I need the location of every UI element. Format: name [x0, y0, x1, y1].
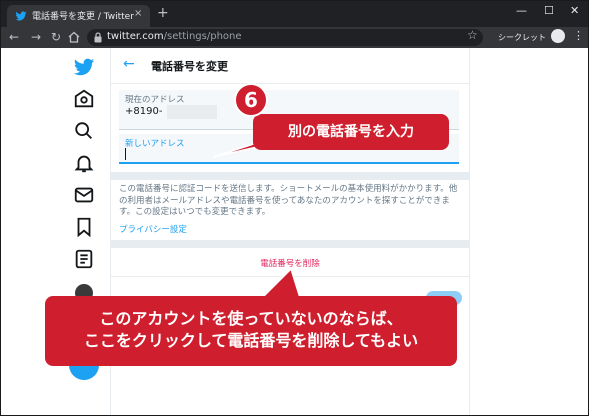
address-bar[interactable]: twitter.com/settings/phone	[87, 29, 483, 46]
new-phone-label: 新しいアドレス	[125, 139, 185, 149]
bookmarks-icon[interactable]	[73, 216, 95, 238]
url-path: /settings/phone	[163, 31, 242, 42]
bottom-callout: このアカウントを使っていないのならば、 ここをクリックして電話番号を削除してもよ…	[45, 296, 457, 366]
text-caret	[125, 148, 126, 160]
back-nav-icon[interactable]: ←	[9, 29, 19, 45]
messages-mail-icon[interactable]	[73, 184, 95, 206]
current-phone-value: +8190-	[125, 106, 163, 117]
lists-icon[interactable]	[73, 248, 95, 270]
divider-band	[111, 240, 469, 248]
divider	[111, 276, 469, 277]
privacy-settings-link[interactable]: プライバシー設定	[119, 223, 187, 235]
minimize-button[interactable]: —	[516, 4, 527, 17]
tab-title: 電話番号を変更 / Twitter	[32, 12, 134, 22]
screenshot-frame: 電話番号を変更 / Twitter × + — ☐ ✕ ← → ↻ twitte…	[0, 0, 589, 416]
url-text: twitter.com/settings/phone	[107, 31, 242, 42]
page-title: 電話番号を変更	[151, 60, 228, 73]
browser-tab-bar: 電話番号を変更 / Twitter × + — ☐ ✕	[1, 1, 588, 27]
new-tab-button[interactable]: +	[157, 5, 169, 21]
step-badge: 6	[234, 83, 268, 117]
twitter-favicon-icon	[15, 11, 27, 21]
notifications-bell-icon[interactable]	[73, 152, 95, 174]
tab-close-icon[interactable]: ×	[134, 8, 142, 19]
close-window-button[interactable]: ✕	[570, 4, 579, 17]
url-host: twitter.com	[107, 31, 164, 42]
bottom-callout-line1: このアカウントを使っていないのならば、	[99, 309, 403, 328]
forward-nav-icon[interactable]: →	[31, 29, 41, 45]
top-callout: 別の電話番号を入力	[253, 114, 449, 150]
maximize-button[interactable]: ☐	[544, 4, 554, 17]
reload-icon[interactable]: ↻	[51, 29, 61, 45]
masked-number	[167, 105, 217, 119]
browser-toolbar: ← → ↻ twitter.com/settings/phone ☆ シークレッ…	[1, 27, 588, 48]
twitter-logo-icon[interactable]	[73, 56, 95, 78]
delete-phone-link[interactable]: 電話番号を削除	[111, 257, 469, 269]
explore-search-icon[interactable]	[73, 120, 95, 142]
current-phone-label: 現在のアドレス	[125, 95, 185, 105]
divider-band	[111, 172, 469, 180]
bookmark-star-icon[interactable]: ☆	[467, 28, 478, 42]
more-menu-icon[interactable]: ⋮	[573, 30, 584, 42]
home-nav-icon[interactable]	[68, 31, 80, 43]
lock-icon	[94, 32, 102, 43]
bottom-callout-line2: ここをクリックして電話番号を削除してもよい	[83, 331, 419, 350]
home-icon[interactable]	[73, 88, 95, 110]
back-arrow-icon[interactable]: ←	[123, 56, 135, 72]
right-column	[471, 48, 588, 415]
browser-tab[interactable]: 電話番号を変更 / Twitter ×	[7, 5, 150, 27]
panel-header: ← 電話番号を変更	[111, 48, 469, 84]
incognito-icon[interactable]	[551, 29, 565, 43]
phone-description: この電話番号に認証コードを送信します。ショートメールの基本使用料がかかります。他…	[119, 184, 458, 217]
